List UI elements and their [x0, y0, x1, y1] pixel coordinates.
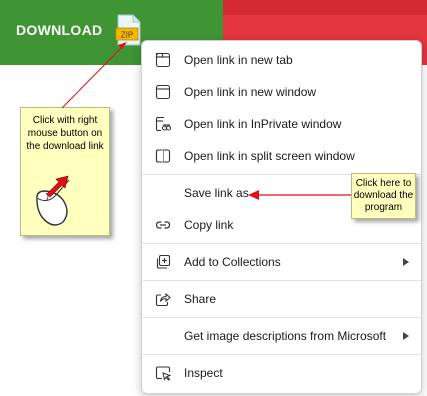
menu-item-label: Inspect [184, 366, 223, 380]
menu-separator [142, 280, 421, 281]
menu-item-open-new-window[interactable]: Open link in new window [146, 78, 417, 106]
link-icon [155, 221, 171, 229]
collections-icon [156, 254, 171, 269]
menu-separator [142, 243, 421, 244]
menu-item-image-descriptions[interactable]: Get image descriptions from Microsoft [146, 322, 417, 350]
menu-item-label: Share [184, 292, 217, 306]
menu-item-open-split-screen[interactable]: Open link in split screen window [146, 142, 417, 170]
zip-label: ZIP [121, 31, 133, 40]
save-callout: Click here to download the program [351, 173, 416, 219]
inspect-icon [155, 366, 171, 381]
instruction-text: Click with right mouse button on the dow… [26, 115, 104, 152]
menu-item-add-to-collections[interactable]: Add to Collections [146, 248, 417, 276]
split-screen-icon [155, 149, 171, 163]
menu-item-label: Copy link [184, 218, 234, 232]
menu-item-label: Open link in new window [184, 85, 317, 99]
menu-item-open-new-tab[interactable]: Open link in new tab [146, 46, 417, 74]
new-tab-icon [155, 52, 171, 68]
menu-item-label: Add to Collections [184, 255, 281, 269]
menu-separator [142, 317, 421, 318]
instruction-note: Click with right mouse button on the dow… [20, 107, 110, 236]
chevron-right-icon [403, 332, 409, 340]
chevron-right-icon [403, 258, 409, 266]
menu-item-open-inprivate[interactable]: Open link in InPrivate window [146, 110, 417, 138]
menu-item-label: Open link in InPrivate window [184, 117, 342, 131]
menu-item-label: Save link as [184, 186, 249, 200]
zip-file-icon[interactable]: ZIP [113, 14, 145, 46]
menu-item-label: Get image descriptions from Microsoft [184, 329, 387, 343]
download-link[interactable]: DOWNLOAD [16, 22, 102, 38]
new-window-icon [155, 84, 171, 100]
mouse-icon [36, 175, 70, 226]
menu-item-inspect[interactable]: Inspect [146, 359, 417, 387]
share-icon [155, 292, 171, 307]
menu-separator [142, 354, 421, 355]
menu-item-label: Open link in split screen window [184, 149, 355, 163]
inprivate-window-icon [155, 116, 171, 132]
menu-item-share[interactable]: Share [146, 285, 417, 313]
menu-item-label: Open link in new tab [184, 53, 293, 67]
